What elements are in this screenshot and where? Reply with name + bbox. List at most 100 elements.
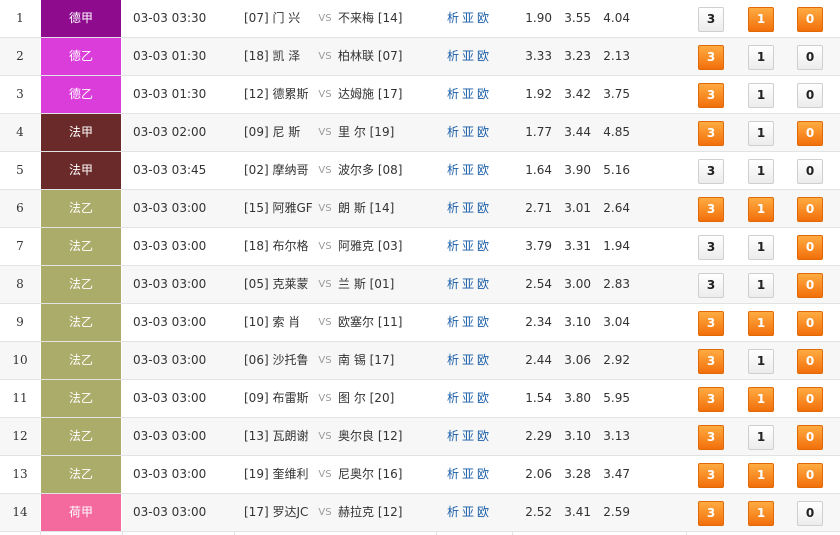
bet-win-button[interactable]: 3 <box>698 159 724 184</box>
analysis-link[interactable]: 析 <box>447 467 462 481</box>
home-team[interactable]: [19] 奎维利 <box>244 456 314 493</box>
away-team[interactable]: 奥尔良 [12] <box>338 418 413 455</box>
bet-loss-button[interactable]: 0 <box>797 311 823 336</box>
home-team[interactable]: [09] 尼 斯 <box>244 114 314 151</box>
away-team[interactable]: 欧塞尔 [11] <box>338 304 413 341</box>
bet-loss-button[interactable]: 0 <box>797 387 823 412</box>
asian-odds-link[interactable]: 亚 <box>462 277 477 291</box>
bet-loss-button[interactable]: 0 <box>797 83 823 108</box>
away-team[interactable]: 里 尔 [19] <box>338 114 413 151</box>
analysis-link[interactable]: 析 <box>447 87 462 101</box>
home-team[interactable]: [12] 德累斯 <box>244 76 314 113</box>
analysis-link[interactable]: 析 <box>447 201 462 215</box>
bet-loss-button[interactable]: 0 <box>797 197 823 222</box>
league-badge[interactable]: 德甲 <box>40 0 122 37</box>
bet-loss-button[interactable]: 0 <box>797 7 823 32</box>
bet-loss-button[interactable]: 0 <box>797 349 823 374</box>
analysis-link[interactable]: 析 <box>447 11 462 25</box>
analysis-link[interactable]: 析 <box>447 505 462 519</box>
asian-odds-link[interactable]: 亚 <box>462 315 477 329</box>
bet-win-button[interactable]: 3 <box>698 83 724 108</box>
away-team[interactable]: 阿雅克 [03] <box>338 228 413 265</box>
away-team[interactable]: 朗 斯 [14] <box>338 190 413 227</box>
asian-odds-link[interactable]: 亚 <box>462 429 477 443</box>
euro-odds-link[interactable]: 欧 <box>477 315 492 329</box>
analysis-link[interactable]: 析 <box>447 391 462 405</box>
analysis-link[interactable]: 析 <box>447 163 462 177</box>
home-team[interactable]: [06] 沙托鲁 <box>244 342 314 379</box>
away-team[interactable]: 赫拉克 [12] <box>338 494 413 531</box>
bet-win-button[interactable]: 3 <box>698 501 724 526</box>
home-team[interactable]: [13] 瓦朗谢 <box>244 418 314 455</box>
asian-odds-link[interactable]: 亚 <box>462 391 477 405</box>
league-badge[interactable]: 荷甲 <box>40 494 122 531</box>
league-badge[interactable]: 法乙 <box>40 342 122 379</box>
analysis-link[interactable]: 析 <box>447 49 462 63</box>
euro-odds-link[interactable]: 欧 <box>477 353 492 367</box>
away-team[interactable]: 波尔多 [08] <box>338 152 413 189</box>
league-badge[interactable]: 法甲 <box>40 152 122 189</box>
analysis-link[interactable]: 析 <box>447 315 462 329</box>
away-team[interactable]: 尼奥尔 [16] <box>338 456 413 493</box>
euro-odds-link[interactable]: 欧 <box>477 163 492 177</box>
bet-draw-button[interactable]: 1 <box>748 463 774 488</box>
bet-loss-button[interactable]: 0 <box>797 425 823 450</box>
home-team[interactable]: [07] 门 兴 <box>244 0 314 37</box>
bet-win-button[interactable]: 3 <box>698 121 724 146</box>
league-badge[interactable]: 法乙 <box>40 190 122 227</box>
asian-odds-link[interactable]: 亚 <box>462 11 477 25</box>
bet-win-button[interactable]: 3 <box>698 387 724 412</box>
league-badge[interactable]: 德乙 <box>40 38 122 75</box>
euro-odds-link[interactable]: 欧 <box>477 467 492 481</box>
bet-win-button[interactable]: 3 <box>698 45 724 70</box>
bet-loss-button[interactable]: 0 <box>797 159 823 184</box>
away-team[interactable]: 达姆施 [17] <box>338 76 413 113</box>
bet-draw-button[interactable]: 1 <box>748 159 774 184</box>
analysis-link[interactable]: 析 <box>447 239 462 253</box>
bet-draw-button[interactable]: 1 <box>748 273 774 298</box>
bet-loss-button[interactable]: 0 <box>797 235 823 260</box>
league-badge[interactable]: 法乙 <box>40 228 122 265</box>
away-team[interactable]: 图 尔 [20] <box>338 380 413 417</box>
league-badge[interactable]: 法乙 <box>40 456 122 493</box>
bet-draw-button[interactable]: 1 <box>748 121 774 146</box>
asian-odds-link[interactable]: 亚 <box>462 125 477 139</box>
euro-odds-link[interactable]: 欧 <box>477 505 492 519</box>
bet-win-button[interactable]: 3 <box>698 7 724 32</box>
bet-draw-button[interactable]: 1 <box>748 387 774 412</box>
bet-draw-button[interactable]: 1 <box>748 7 774 32</box>
analysis-link[interactable]: 析 <box>447 353 462 367</box>
bet-draw-button[interactable]: 1 <box>748 349 774 374</box>
home-team[interactable]: [17] 罗达JC <box>244 494 314 531</box>
home-team[interactable]: [02] 摩纳哥 <box>244 152 314 189</box>
bet-draw-button[interactable]: 1 <box>748 197 774 222</box>
euro-odds-link[interactable]: 欧 <box>477 277 492 291</box>
bet-draw-button[interactable]: 1 <box>748 311 774 336</box>
bet-draw-button[interactable]: 1 <box>748 83 774 108</box>
asian-odds-link[interactable]: 亚 <box>462 87 477 101</box>
euro-odds-link[interactable]: 欧 <box>477 125 492 139</box>
league-badge[interactable]: 法乙 <box>40 266 122 303</box>
asian-odds-link[interactable]: 亚 <box>462 505 477 519</box>
euro-odds-link[interactable]: 欧 <box>477 391 492 405</box>
euro-odds-link[interactable]: 欧 <box>477 49 492 63</box>
home-team[interactable]: [15] 阿雅GF <box>244 190 314 227</box>
bet-draw-button[interactable]: 1 <box>748 235 774 260</box>
bet-loss-button[interactable]: 0 <box>797 45 823 70</box>
euro-odds-link[interactable]: 欧 <box>477 201 492 215</box>
euro-odds-link[interactable]: 欧 <box>477 87 492 101</box>
away-team[interactable]: 不来梅 [14] <box>338 0 413 37</box>
bet-draw-button[interactable]: 1 <box>748 425 774 450</box>
league-badge[interactable]: 法乙 <box>40 380 122 417</box>
asian-odds-link[interactable]: 亚 <box>462 201 477 215</box>
bet-win-button[interactable]: 3 <box>698 197 724 222</box>
bet-loss-button[interactable]: 0 <box>797 501 823 526</box>
euro-odds-link[interactable]: 欧 <box>477 11 492 25</box>
bet-win-button[interactable]: 3 <box>698 425 724 450</box>
asian-odds-link[interactable]: 亚 <box>462 163 477 177</box>
bet-win-button[interactable]: 3 <box>698 349 724 374</box>
bet-loss-button[interactable]: 0 <box>797 121 823 146</box>
analysis-link[interactable]: 析 <box>447 429 462 443</box>
away-team[interactable]: 柏林联 [07] <box>338 38 413 75</box>
home-team[interactable]: [18] 布尔格 <box>244 228 314 265</box>
